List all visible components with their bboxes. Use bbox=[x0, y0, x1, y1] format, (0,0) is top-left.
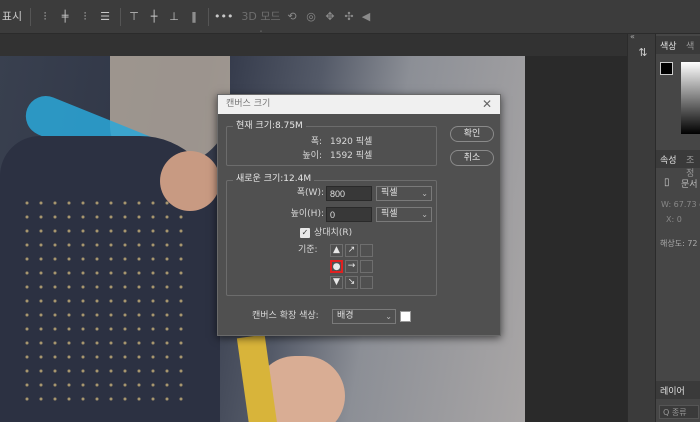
color-panel-tabs: 색상 색 bbox=[656, 36, 700, 54]
align-top-icon[interactable]: ⊤ bbox=[127, 9, 141, 25]
height-input[interactable] bbox=[326, 207, 372, 222]
anchor-cell[interactable] bbox=[360, 276, 373, 289]
extension-color-value: 배경 bbox=[337, 311, 354, 321]
properties-panel-tabs: 속성 조정 bbox=[656, 150, 700, 179]
align-right-icon[interactable]: ⫶ bbox=[78, 9, 92, 25]
anchor-cell-selected[interactable]: ● bbox=[330, 260, 343, 273]
anchor-cell[interactable]: ▲ bbox=[330, 244, 343, 257]
embroidery-pattern bbox=[20, 196, 190, 406]
distribute-v-icon[interactable]: ‖ bbox=[187, 9, 201, 25]
document-label: 문서 bbox=[681, 180, 698, 190]
anchor-cell[interactable]: → bbox=[345, 260, 358, 273]
relative-label: 상대치(R) bbox=[314, 228, 353, 238]
show-transform-label[interactable]: 표시 bbox=[1, 9, 23, 25]
anchor-cell[interactable]: ↘ bbox=[345, 276, 358, 289]
right-panels: 색상 색 속성 조정 ▯ 문서 W: 67.73 c X: 0 해상도: 72 … bbox=[655, 34, 700, 422]
tab-adjustments[interactable]: 조정 bbox=[686, 153, 700, 179]
document-icon: ▯ bbox=[664, 177, 670, 188]
width-label: 폭(W): bbox=[296, 188, 324, 198]
new-size-label: 새로운 크기:12.4M bbox=[233, 174, 315, 185]
anchor-cell[interactable]: ▼ bbox=[330, 276, 343, 289]
tab-color[interactable]: 색상 bbox=[660, 39, 677, 52]
width-input[interactable] bbox=[326, 186, 372, 201]
relative-checkbox[interactable]: ✓ bbox=[300, 228, 310, 238]
anchor-label: 기준: bbox=[298, 245, 318, 255]
tab-properties[interactable]: 속성 bbox=[660, 153, 677, 166]
divider bbox=[120, 8, 121, 26]
slide-3d-icon[interactable]: ✣ bbox=[341, 9, 357, 25]
divider bbox=[30, 8, 31, 26]
resolution-readout: 해상도: 72 bbox=[660, 239, 698, 248]
chevron-down-icon: ⌄ bbox=[385, 312, 392, 321]
current-height-label: 높이: bbox=[302, 151, 322, 161]
width-readout: W: 67.73 c bbox=[661, 200, 700, 209]
current-width-value: 1920 픽셀 bbox=[330, 137, 373, 147]
roll-3d-icon[interactable]: ◎ bbox=[303, 9, 319, 25]
current-size-label: 현재 크기:8.75M bbox=[233, 121, 306, 132]
align-left-icon[interactable]: ⫶ bbox=[38, 9, 52, 25]
anchor-cell[interactable] bbox=[360, 260, 373, 273]
extension-color-swatch[interactable] bbox=[400, 311, 411, 322]
color-field[interactable] bbox=[681, 62, 700, 134]
layers-panel-tabs: 레이어 bbox=[656, 381, 700, 399]
foreground-swatch[interactable] bbox=[660, 62, 673, 75]
width-unit-select[interactable]: 픽셀 ⌄ bbox=[376, 186, 432, 201]
extension-color-select[interactable]: 배경 ⌄ bbox=[332, 309, 396, 324]
x-readout: X: 0 bbox=[666, 215, 682, 224]
height-unit-select[interactable]: 픽셀 ⌄ bbox=[376, 207, 432, 222]
cancel-button[interactable]: 취소 bbox=[450, 150, 494, 166]
align-bottom-icon[interactable]: ⊥ bbox=[167, 9, 181, 25]
ok-button[interactable]: 확인 bbox=[450, 126, 494, 142]
dialog-title: 캔버스 크기 bbox=[226, 99, 271, 109]
document-tab-bar bbox=[0, 34, 627, 56]
mode-3d-label: 3D 모드 : bbox=[241, 10, 281, 39]
divider bbox=[208, 8, 209, 26]
current-width-label: 폭: bbox=[310, 137, 322, 147]
height-unit-value: 픽셀 bbox=[381, 209, 398, 219]
tab-layers[interactable]: 레이어 bbox=[660, 384, 685, 397]
panel-icon-column: « ⇅ bbox=[627, 32, 655, 422]
width-unit-value: 픽셀 bbox=[381, 188, 398, 198]
extension-color-label: 캔버스 확장 색상: bbox=[252, 311, 319, 321]
chevron-down-icon: ⌄ bbox=[421, 189, 428, 198]
more-icon[interactable]: ••• bbox=[214, 9, 233, 25]
drag-3d-icon[interactable]: ✥ bbox=[322, 9, 338, 25]
current-height-value: 1592 픽셀 bbox=[330, 151, 373, 161]
align-vcenter-icon[interactable]: ╪ bbox=[58, 9, 72, 25]
anchor-grid: ▲ ↗ ● → ▼ ↘ bbox=[330, 244, 375, 292]
anchor-cell[interactable]: ↗ bbox=[345, 244, 358, 257]
hand-shape bbox=[160, 151, 220, 211]
close-icon[interactable]: ✕ bbox=[480, 97, 494, 111]
tab-swatches[interactable]: 색 bbox=[686, 39, 694, 52]
canvas-size-dialog: 캔버스 크기 ✕ 현재 크기:8.75M 폭: 1920 픽셀 높이: 1592… bbox=[217, 94, 501, 336]
anchor-cell[interactable] bbox=[360, 244, 373, 257]
history-panel-icon[interactable]: ⇅ bbox=[635, 46, 651, 62]
distribute-icon[interactable]: ☰ bbox=[98, 9, 112, 25]
chevron-down-icon: ⌄ bbox=[421, 210, 428, 219]
layer-filter-label: Q 종류 bbox=[663, 408, 687, 417]
height-label: 높이(H): bbox=[290, 209, 324, 219]
dialog-title-bar: 캔버스 크기 bbox=[218, 95, 500, 114]
align-middle-icon[interactable]: ┼ bbox=[147, 9, 161, 25]
collapse-icon[interactable]: « bbox=[630, 32, 635, 41]
options-bar: 표시 ⫶ ╪ ⫶ ☰ ⊤ ┼ ⊥ ‖ ••• 3D 모드 : ⟲ ◎ ✥ ✣ ◀ bbox=[0, 0, 700, 39]
scale-3d-icon[interactable]: ◀ bbox=[358, 9, 374, 25]
orbit-3d-icon[interactable]: ⟲ bbox=[284, 9, 300, 25]
layer-filter[interactable]: Q 종류 bbox=[659, 405, 699, 419]
